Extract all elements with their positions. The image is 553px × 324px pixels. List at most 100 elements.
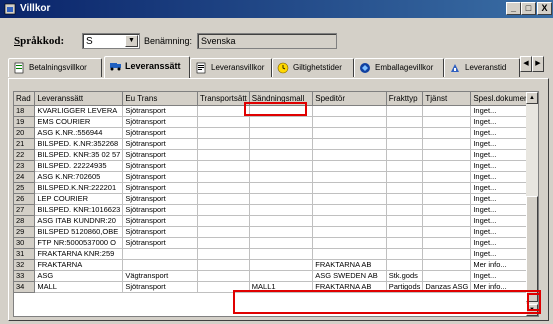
grid-cell[interactable]: Sjötransport [122,215,198,227]
grid-cell[interactable]: Sjötransport [122,171,198,183]
grid-cell[interactable]: Sjötransport [122,281,198,293]
grid-cell[interactable]: ASG [34,270,124,282]
grid-cell[interactable] [312,105,387,117]
grid-cell[interactable]: KVARLIGGER LEVERA [34,105,124,117]
grid-cell[interactable] [386,138,424,150]
grid-cell[interactable]: Danzas ASG [422,281,472,293]
grid-cell[interactable] [312,149,387,161]
grid-cell[interactable] [197,193,250,205]
delivery-methods-grid[interactable]: Rad Leveranssätt Eu Trans Transportsätt Sänd… [13,91,539,317]
grid-cell[interactable] [249,149,314,161]
grid-cell[interactable] [197,160,250,172]
grid-cell[interactable]: LEP COURIER [34,193,124,205]
table-row[interactable]: 25 BILSPED.K.NR:222201 Sjötransport Inget..… [14,182,538,194]
grid-cell[interactable] [312,204,387,216]
grid-cell[interactable] [249,171,314,183]
grid-cell[interactable] [386,237,424,249]
grid-cell[interactable] [197,105,250,117]
grid-cell[interactable] [422,215,472,227]
name-field[interactable]: Svenska [197,33,337,49]
grid-cell[interactable] [249,204,314,216]
grid-cell[interactable] [312,160,387,172]
scroll-up-button[interactable]: ▲ [526,92,538,104]
grid-cell[interactable] [249,182,314,194]
grid-cell[interactable]: MALL [34,281,124,293]
grid-cell[interactable]: ASG K.NR:702605 [34,171,124,183]
grid-cell[interactable]: Stk.gods [386,270,424,282]
grid-cell[interactable] [386,171,424,183]
grid-cell[interactable] [249,270,314,282]
grid-cell[interactable] [422,160,472,172]
grid-cell[interactable] [197,226,250,238]
grid-cell[interactable] [197,127,250,139]
grid-cell[interactable] [249,127,314,139]
grid-cell[interactable] [312,193,387,205]
grid-cell[interactable]: Sjötransport [122,160,198,172]
grid-cell[interactable] [197,116,250,128]
grid-cell[interactable] [197,248,250,260]
grid-cell[interactable]: MALL1 [249,281,314,293]
column-header[interactable]: Rad [14,92,36,106]
grid-cell[interactable] [312,237,387,249]
grid-cell[interactable] [422,105,472,117]
table-row[interactable]: 32 FRAKTARNA FRAKTARNA AB Mer info... [14,259,538,271]
grid-cell[interactable] [386,204,424,216]
grid-cell[interactable] [386,105,424,117]
grid-cell[interactable] [312,215,387,227]
grid-cell[interactable] [312,138,387,150]
table-row[interactable]: 19 EMS COURIER Sjötransport Inget... [14,116,538,128]
grid-cell[interactable]: Sjötransport [122,105,198,117]
grid-cell[interactable]: FRAKTARNA [34,259,124,271]
grid-cell[interactable] [386,248,424,260]
grid-cell[interactable]: BILSPED. K.NR:352268 [34,138,124,150]
table-row[interactable]: 22 BILSPED. KNR:35 02 57 Sjötransport Inget… [14,149,538,161]
grid-cell[interactable] [197,237,250,249]
grid-cell[interactable] [312,182,387,194]
grid-cell[interactable] [249,259,314,271]
grid-cell[interactable] [122,248,198,260]
grid-cell[interactable]: Sjötransport [122,182,198,194]
grid-cell[interactable] [422,259,472,271]
grid-cell[interactable] [422,149,472,161]
minimize-button[interactable]: _ [506,2,521,15]
grid-cell[interactable] [249,160,314,172]
grid-cell[interactable] [197,182,250,194]
grid-cell[interactable] [422,248,472,260]
grid-cell[interactable]: Sjötransport [122,138,198,150]
tab-scroll-left-button[interactable]: ◀ [520,56,532,72]
grid-cell[interactable] [197,215,250,227]
table-row[interactable]: 27 BILSPED. KNR:1016623 Sjötransport Inget.… [14,204,538,216]
close-button[interactable]: X [537,2,552,15]
grid-cell[interactable] [386,182,424,194]
tab-leveransvillkor[interactable]: Leveransvillkor [190,58,272,77]
grid-cell[interactable]: BILSPED. KNR:35 02 57 [34,149,124,161]
table-row[interactable]: 33 ASG Vägtransport ASG SWEDEN AB Stk.gods In… [14,270,538,282]
tab-scroll-right-button[interactable]: ▶ [532,56,544,72]
grid-cell[interactable] [249,226,314,238]
grid-cell[interactable] [312,226,387,238]
grid-cell[interactable]: Sjötransport [122,237,198,249]
grid-cell[interactable]: Sjötransport [122,204,198,216]
grid-cell[interactable]: Vägtransport [122,270,198,282]
grid-cell[interactable] [249,105,314,117]
tab-emballagevillkor[interactable]: Emballagevillkor [354,58,444,77]
grid-cell[interactable] [197,171,250,183]
column-header[interactable]: Sändningsmall [249,92,314,106]
tab-giltighetstider[interactable]: Giltighetstider [272,58,354,77]
table-row[interactable]: 26 LEP COURIER Sjötransport Inget... [14,193,538,205]
grid-cell[interactable]: BILSPED.K.NR:222201 [34,182,124,194]
grid-cell[interactable] [422,226,472,238]
grid-cell[interactable] [386,259,424,271]
grid-cell[interactable] [422,138,472,150]
maximize-button[interactable]: □ [521,2,536,15]
tab-leveranssatt[interactable]: Leveranssätt [104,56,190,78]
grid-cell[interactable] [386,149,424,161]
grid-cell[interactable] [312,248,387,260]
grid-cell[interactable] [422,182,472,194]
grid-cell[interactable] [422,116,472,128]
grid-cell[interactable] [386,160,424,172]
column-header[interactable]: Frakttyp [386,92,424,106]
grid-cell[interactable] [386,116,424,128]
table-row[interactable]: 23 BILSPED. 22224935 Sjötransport Inget... [14,160,538,172]
grid-cell[interactable] [197,149,250,161]
